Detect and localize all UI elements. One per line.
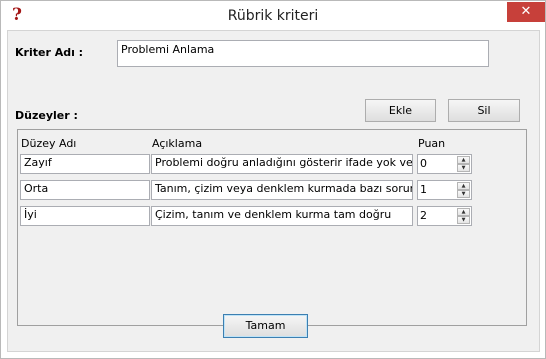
title-bar[interactable]: ? Rübrik kriteri ✕	[1, 1, 545, 31]
level-row: Orta Tanım, çizim veya denklem kurmada b…	[18, 180, 526, 204]
level-name-input[interactable]: Orta	[20, 180, 150, 200]
spin-up-icon[interactable]: ▲	[457, 208, 470, 216]
spin-up-icon[interactable]: ▲	[457, 182, 470, 190]
level-name-input[interactable]: Zayıf	[20, 154, 150, 174]
criterion-name-label: Kriter Adı :	[15, 46, 84, 59]
level-name-input[interactable]: İyi	[20, 206, 150, 226]
level-row: İyi Çizim, tanım ve denklem kurma tam do…	[18, 206, 526, 230]
criterion-name-input[interactable]: Problemi Anlama	[117, 40, 489, 67]
level-row: Zayıf Problemi doğru anladığını gösterir…	[18, 154, 526, 178]
level-description-input[interactable]: Problemi doğru anladığını gösterir ifade…	[151, 154, 413, 174]
add-level-button[interactable]: Ekle	[365, 99, 436, 122]
dialog-body: Kriter Adı : Problemi Anlama Düzeyler : …	[7, 30, 540, 352]
column-header-description: Açıklama	[152, 137, 203, 150]
column-header-points: Puan	[418, 137, 446, 150]
dialog-window: ? Rübrik kriteri ✕ Kriter Adı : Problemi…	[0, 0, 546, 359]
levels-label: Düzeyler :	[15, 109, 78, 122]
level-points-stepper[interactable]: 2 ▲ ▼	[417, 206, 472, 226]
level-points-stepper[interactable]: 0 ▲ ▼	[417, 154, 472, 174]
spin-down-icon[interactable]: ▼	[457, 216, 470, 224]
delete-level-button[interactable]: Sil	[448, 99, 520, 122]
level-points-value: 2	[420, 209, 427, 222]
level-description-input[interactable]: Çizim, tanım ve denklem kurma tam doğru	[151, 206, 413, 226]
window-title: Rübrik kriteri	[227, 8, 319, 24]
level-points-stepper[interactable]: 1 ▲ ▼	[417, 180, 472, 200]
level-description-input[interactable]: Tanım, çizim veya denklem kurmada bazı s…	[151, 180, 413, 200]
level-points-value: 0	[420, 157, 427, 170]
spin-up-icon[interactable]: ▲	[457, 156, 470, 164]
ok-button[interactable]: Tamam	[223, 314, 308, 338]
column-header-name: Düzey Adı	[21, 137, 77, 150]
level-points-value: 1	[420, 183, 427, 196]
close-button[interactable]: ✕	[507, 2, 545, 22]
levels-grid: Düzey Adı Açıklama Puan Zayıf Problemi d…	[17, 129, 527, 326]
spin-down-icon[interactable]: ▼	[457, 190, 470, 198]
spin-down-icon[interactable]: ▼	[457, 164, 470, 172]
